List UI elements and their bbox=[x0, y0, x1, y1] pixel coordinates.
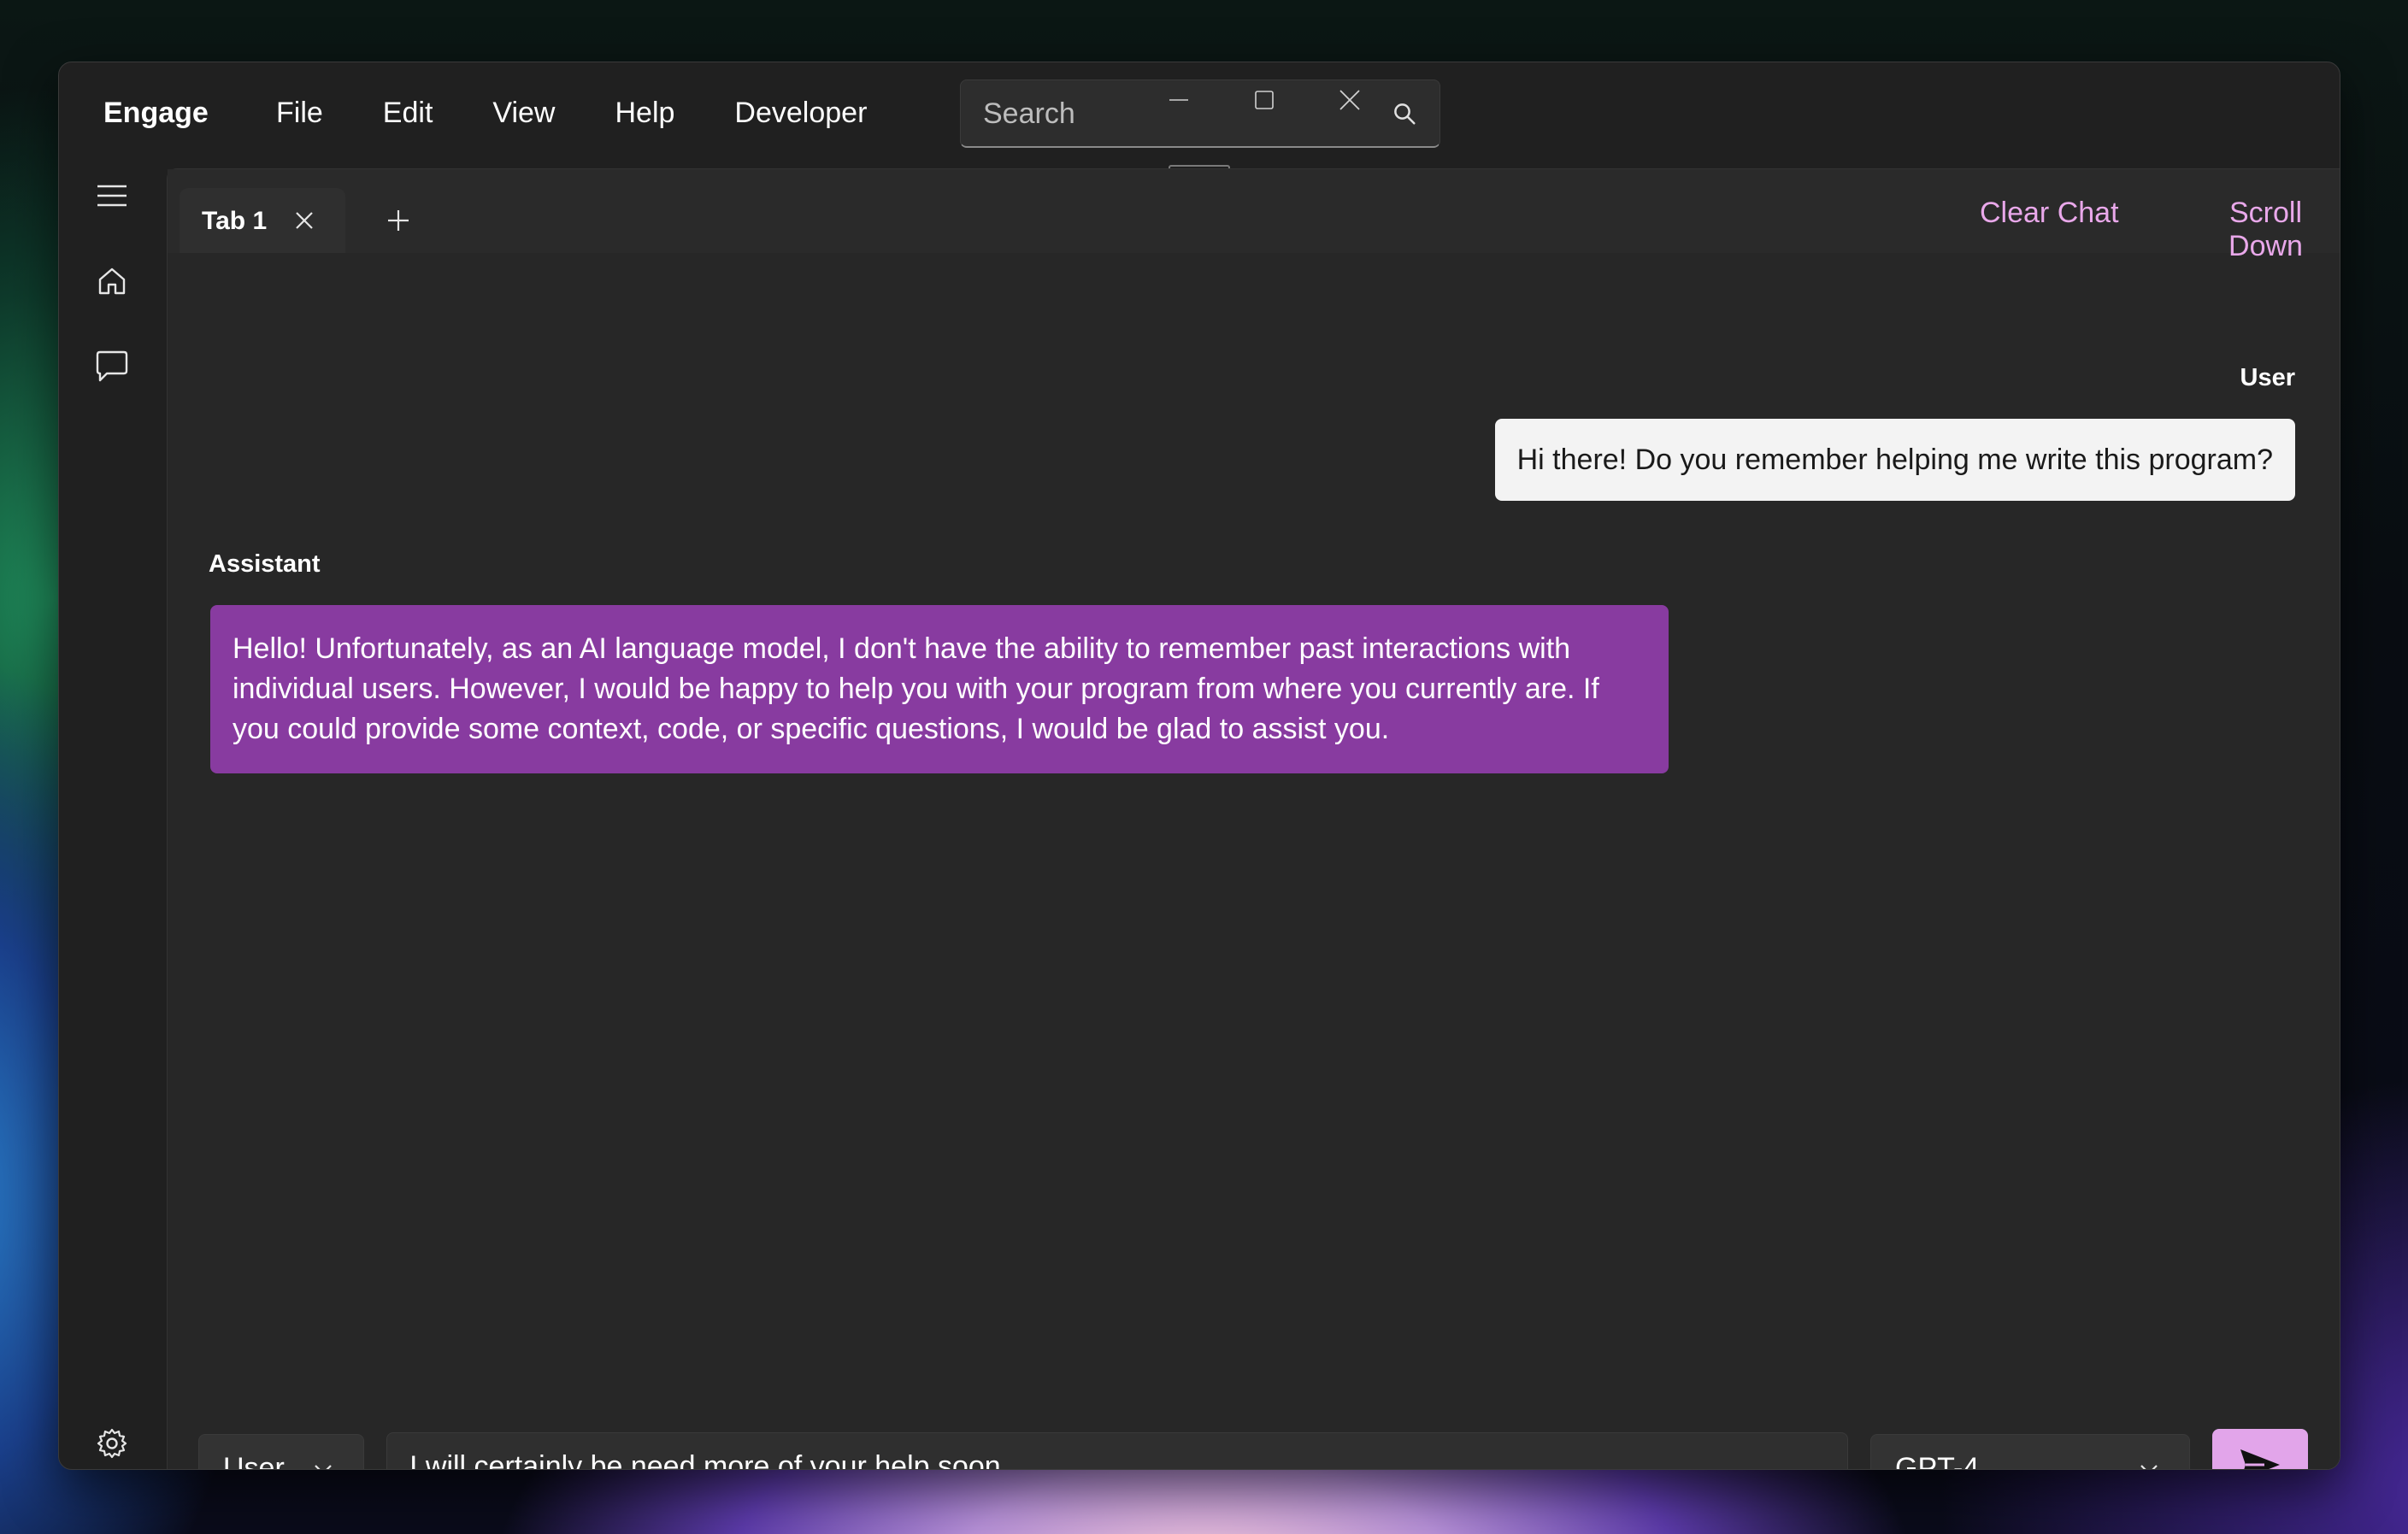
close-icon bbox=[296, 212, 313, 229]
maximize-button[interactable] bbox=[1239, 74, 1290, 126]
tab-1[interactable]: Tab 1 bbox=[180, 188, 345, 253]
scroll-down-button[interactable]: Scroll Down bbox=[2192, 197, 2340, 263]
home-button[interactable] bbox=[85, 254, 139, 309]
menu-developer[interactable]: Developer bbox=[734, 97, 867, 130]
app-title: Engage bbox=[103, 97, 209, 129]
chevron-down-icon bbox=[2140, 1465, 2158, 1469]
tab-strip: Tab 1 Clear Chat Scroll Down bbox=[168, 169, 2340, 262]
tab-label: Tab 1 bbox=[202, 207, 268, 235]
sidebar bbox=[59, 168, 165, 1469]
minimize-icon bbox=[1169, 99, 1188, 101]
home-icon bbox=[98, 267, 126, 295]
clear-chat-button[interactable]: Clear Chat bbox=[1980, 197, 2119, 230]
chat-button[interactable] bbox=[85, 339, 139, 394]
menu-view[interactable]: View bbox=[492, 97, 555, 130]
message-role-user: User bbox=[2240, 364, 2296, 391]
user-message-bubble: Hi there! Do you remember helping me wri… bbox=[1494, 419, 2295, 501]
search-icon[interactable] bbox=[1392, 101, 1417, 126]
menu-edit[interactable]: Edit bbox=[383, 97, 433, 130]
settings-icon bbox=[97, 1428, 127, 1459]
hamburger-menu-icon bbox=[97, 185, 127, 207]
role-dropdown-value: User bbox=[223, 1452, 285, 1470]
maximize-icon bbox=[1255, 91, 1274, 109]
plus-icon bbox=[388, 210, 409, 231]
tab-close-button[interactable] bbox=[289, 205, 320, 236]
assistant-message-bubble: Hello! Unfortunately, as an AI language … bbox=[210, 605, 1669, 773]
send-button[interactable] bbox=[2212, 1429, 2308, 1469]
settings-button[interactable] bbox=[85, 1416, 139, 1469]
send-icon bbox=[2240, 1449, 2280, 1469]
add-tab-button[interactable] bbox=[381, 203, 415, 238]
menu-file[interactable]: File bbox=[276, 97, 323, 130]
model-dropdown-value: GPT-4 bbox=[1895, 1452, 1980, 1470]
minimize-button[interactable] bbox=[1153, 74, 1204, 126]
hamburger-menu-button[interactable] bbox=[85, 168, 139, 223]
role-dropdown[interactable]: User bbox=[198, 1434, 364, 1470]
title-bar: Engage File Edit View Help Developer bbox=[59, 62, 2340, 168]
menu-help[interactable]: Help bbox=[615, 97, 674, 130]
close-icon bbox=[1339, 90, 1360, 110]
menu-bar: File Edit View Help Developer bbox=[276, 97, 927, 130]
chat-panel: Tab 1 Clear Chat Scroll Down User Hi the… bbox=[167, 168, 2340, 1469]
app-window: Engage File Edit View Help Developer Sea… bbox=[58, 62, 2340, 1470]
chevron-down-icon bbox=[315, 1465, 332, 1469]
message-role-assistant: Assistant bbox=[209, 550, 321, 578]
chat-icon bbox=[96, 350, 128, 382]
message-input[interactable] bbox=[386, 1432, 1848, 1469]
model-dropdown[interactable]: GPT-4 bbox=[1870, 1434, 2190, 1470]
close-window-button[interactable] bbox=[1324, 74, 1375, 126]
